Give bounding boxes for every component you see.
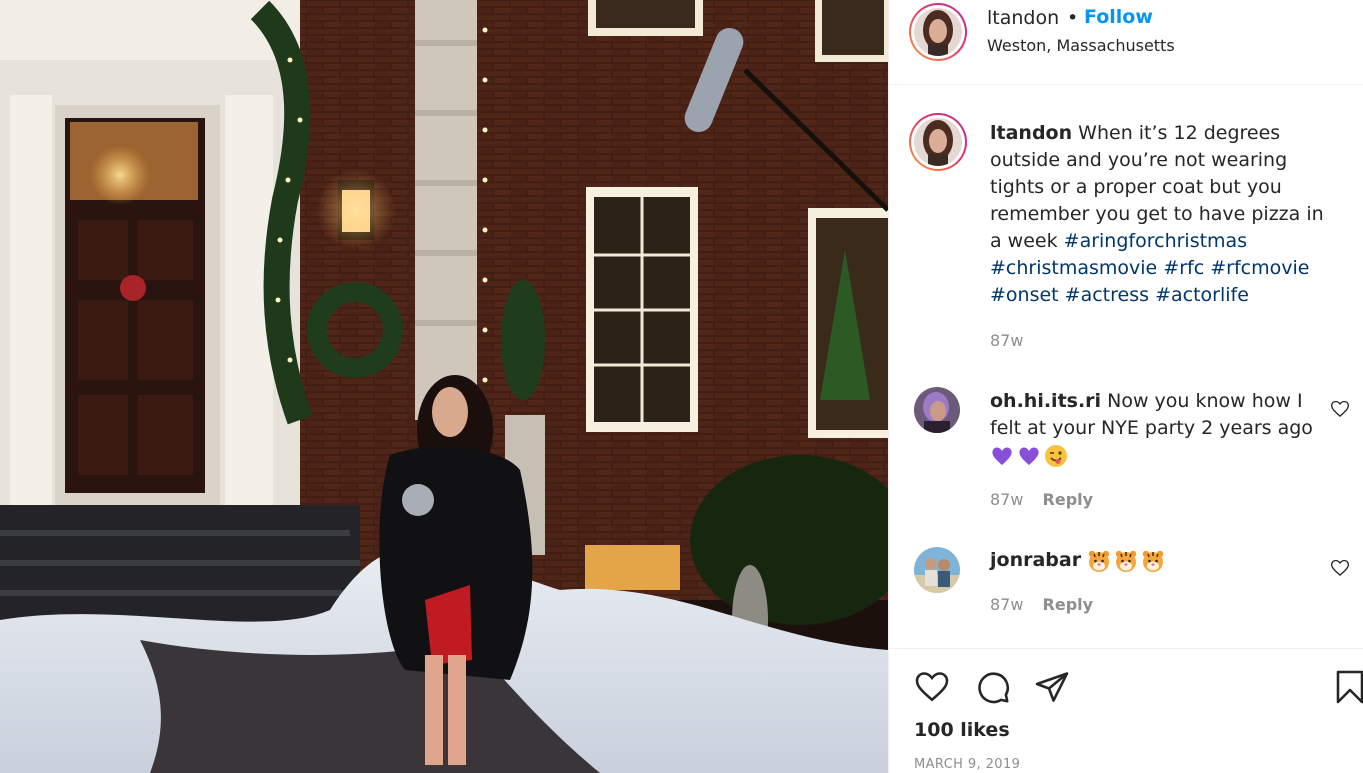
reply-button[interactable]: Reply: [1043, 490, 1094, 509]
hashtag-link[interactable]: #actress: [1065, 284, 1149, 306]
post-caption: ltandon When it’s 12 degrees outside and…: [990, 120, 1335, 309]
comment-emojis: [990, 444, 1068, 468]
commenter-avatar[interactable]: [914, 547, 960, 593]
comment-timestamp[interactable]: 87w: [990, 490, 1023, 509]
author-username[interactable]: ltandon: [987, 7, 1059, 29]
profile-photo-icon: [914, 547, 960, 593]
post-side-panel: ltandon • Follow Weston, Massachusetts l…: [888, 0, 1363, 773]
comment-icon[interactable]: [975, 669, 1011, 705]
purple-heart-icon: [1017, 444, 1041, 468]
profile-photo-icon: [914, 118, 962, 166]
follow-button[interactable]: Follow: [1084, 6, 1153, 28]
tiger-face-icon: [1114, 549, 1138, 573]
bookmark-icon[interactable]: [1332, 669, 1363, 705]
reply-button[interactable]: Reply: [1043, 595, 1094, 614]
hashtag-link[interactable]: #onset: [990, 284, 1059, 306]
winking-face-tongue-icon: [1044, 444, 1068, 468]
post-photo[interactable]: [0, 0, 888, 773]
photo-image: [0, 0, 888, 773]
caption-username[interactable]: ltandon: [990, 122, 1072, 144]
hashtag-link[interactable]: #christmasmovie: [990, 257, 1157, 279]
caption-timestamp[interactable]: 87w: [990, 331, 1023, 350]
comment: oh.hi.its.ri Now you know how I felt at …: [990, 388, 1320, 469]
post-actions: 100 likes MARCH 9, 2019: [889, 648, 1363, 773]
profile-photo-icon: [914, 387, 960, 433]
share-icon[interactable]: [1034, 669, 1070, 705]
post-date[interactable]: MARCH 9, 2019: [914, 757, 1020, 772]
comment-meta: 87w Reply: [990, 595, 1093, 614]
tiger-face-icon: [1087, 549, 1111, 573]
heart-icon[interactable]: [914, 669, 950, 705]
separator-dot: •: [1067, 7, 1079, 29]
caption-author-avatar[interactable]: [909, 113, 967, 171]
comment-emojis: [1087, 549, 1165, 573]
tiger-face-icon: [1141, 549, 1165, 573]
hashtag-link[interactable]: #rfcmovie: [1210, 257, 1309, 279]
author-avatar[interactable]: [909, 3, 967, 61]
like-comment-heart-icon[interactable]: [1330, 399, 1350, 419]
commenter-avatar[interactable]: [914, 387, 960, 433]
hashtag-link[interactable]: #actorlife: [1155, 284, 1249, 306]
post-header: ltandon • Follow Weston, Massachusetts: [889, 0, 1363, 85]
comment-username[interactable]: jonrabar: [990, 549, 1081, 571]
comment: jonrabar: [990, 547, 1320, 574]
profile-photo-icon: [914, 8, 962, 56]
hashtag-link[interactable]: #rfc: [1163, 257, 1204, 279]
post-location[interactable]: Weston, Massachusetts: [987, 36, 1175, 55]
comment-timestamp[interactable]: 87w: [990, 595, 1023, 614]
purple-heart-icon: [990, 444, 1014, 468]
hashtag-link[interactable]: #aringforchristmas: [1064, 230, 1247, 252]
comment-username[interactable]: oh.hi.its.ri: [990, 390, 1101, 412]
likes-count[interactable]: 100 likes: [914, 719, 1010, 741]
comment-meta: 87w Reply: [990, 490, 1093, 509]
like-comment-heart-icon[interactable]: [1330, 558, 1350, 578]
